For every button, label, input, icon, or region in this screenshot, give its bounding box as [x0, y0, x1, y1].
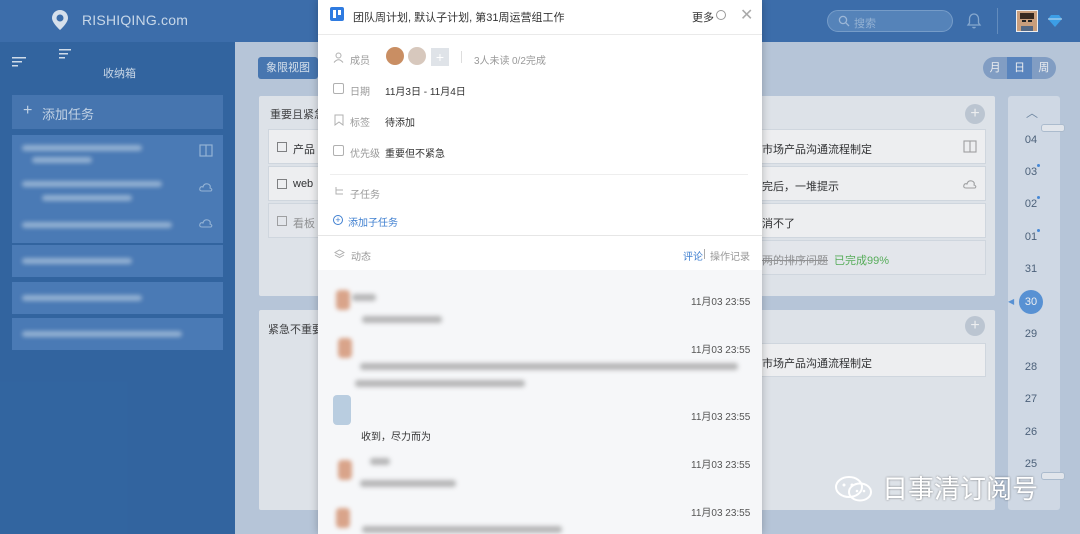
subtask-label: 子任务: [350, 190, 380, 201]
avatar: [338, 460, 352, 480]
blurred-comment: [362, 316, 442, 323]
tag-label: 标签: [350, 118, 370, 129]
avatar: [336, 290, 350, 310]
priority-value[interactable]: 重要但不紧急: [385, 145, 445, 160]
tab-operation-log[interactable]: 操作记录: [710, 248, 750, 263]
priority-grid-icon: [333, 145, 344, 156]
comment-time: 11月03 23:55: [691, 460, 751, 471]
members-unread: 3人未读: [474, 56, 510, 67]
divider: [461, 51, 462, 63]
blurred-comment: [362, 526, 562, 533]
comment-time: 11月03 23:55: [691, 297, 751, 308]
calendar-icon: [333, 83, 344, 94]
blurred-name: [370, 458, 390, 465]
tab-comments[interactable]: 评论: [683, 248, 703, 263]
bookmark-tag-icon: [334, 114, 344, 126]
divider: [318, 235, 762, 236]
board-plan-icon: [330, 7, 344, 21]
avatar: [336, 508, 350, 528]
members-label: 成员: [350, 56, 370, 67]
layers-activity-icon: [334, 249, 345, 259]
divider: [704, 249, 705, 259]
priority-label: 优先级: [350, 149, 380, 160]
activity-list: [318, 270, 762, 534]
watermark-text: 日事清订阅号: [882, 474, 1039, 504]
divider: [330, 174, 748, 175]
avatar[interactable]: [386, 47, 404, 65]
blurred-comment: [360, 480, 456, 487]
close-icon[interactable]: ✕: [740, 5, 753, 25]
activity-label: 动态: [351, 252, 371, 263]
subtask-icon: [335, 187, 343, 195]
wechat-icon: [835, 476, 872, 502]
blurred-comment: [355, 380, 525, 387]
members-progress: 0/2完成: [512, 56, 546, 67]
plus-circle-icon: +: [333, 215, 343, 225]
date-value[interactable]: 11月3日 - 11月4日: [385, 83, 466, 98]
add-member-button[interactable]: +: [431, 48, 449, 66]
member-icon: [333, 52, 344, 63]
avatar: [338, 338, 352, 358]
comment-text: 收到，尽力而为: [361, 432, 431, 443]
blurred-comment: [360, 363, 738, 370]
comment-time: 11月03 23:55: [691, 345, 751, 356]
more-button[interactable]: 更多: [692, 9, 714, 25]
panel-title[interactable]: 团队周计划, 默认子计划, 第31周运营组工作: [353, 9, 564, 25]
tag-value[interactable]: 待添加: [385, 114, 415, 129]
avatar: [333, 395, 351, 425]
date-label: 日期: [350, 87, 370, 98]
divider: [318, 34, 762, 35]
blurred-name: [352, 294, 376, 301]
avatar[interactable]: [408, 47, 426, 65]
comment-time: 11月03 23:55: [691, 508, 751, 519]
chevron-down-icon[interactable]: [716, 10, 726, 20]
comment-time: 11月03 23:55: [691, 412, 751, 423]
